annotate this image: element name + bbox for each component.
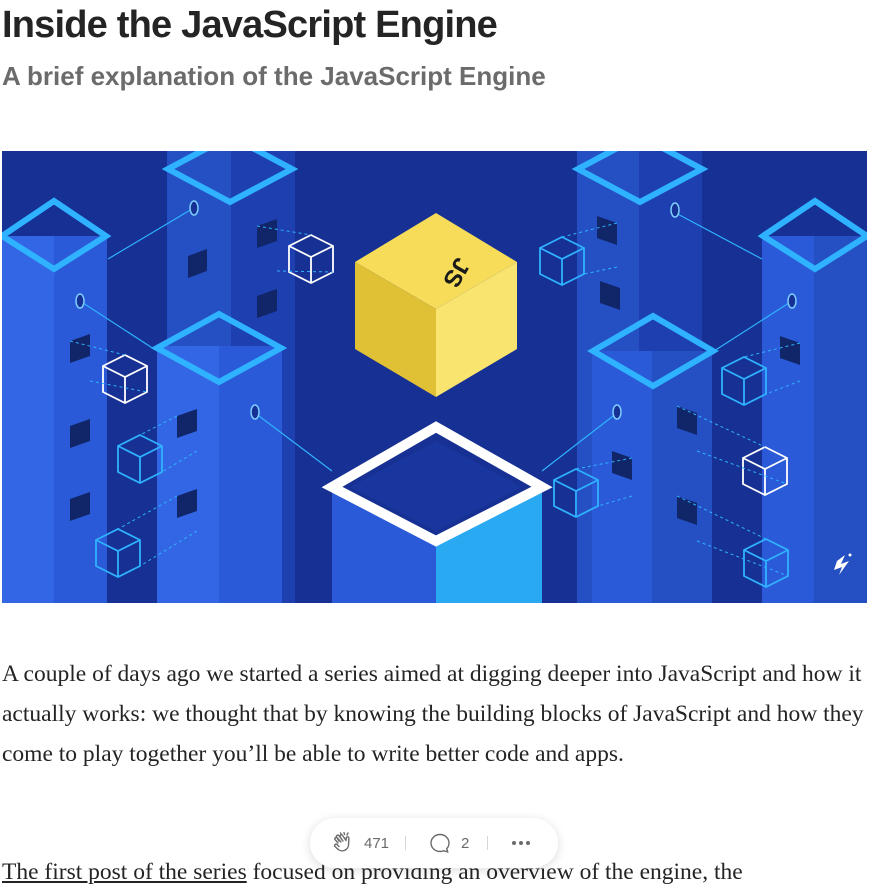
response-count: 2 (461, 834, 470, 852)
clap-icon (333, 831, 350, 852)
more-icon (512, 841, 531, 845)
paragraph-intro: A couple of days ago we started a series… (2, 661, 864, 767)
responses-button[interactable]: 2 (428, 831, 469, 855)
first-post-link[interactable]: The first post of the series (2, 859, 247, 885)
response-icon (430, 833, 450, 853)
article-subtitle: A brief explanation of the JavaScript En… (2, 61, 546, 91)
floating-action-bar: 471 2 (310, 818, 558, 868)
clap-count: 471 (364, 834, 390, 852)
hero-image: JS (2, 151, 867, 603)
more-button[interactable] (510, 832, 532, 854)
divider (487, 836, 489, 850)
article-title: Inside the JavaScript Engine (2, 4, 498, 46)
divider (405, 836, 407, 850)
clap-button[interactable]: 471 (310, 830, 389, 856)
